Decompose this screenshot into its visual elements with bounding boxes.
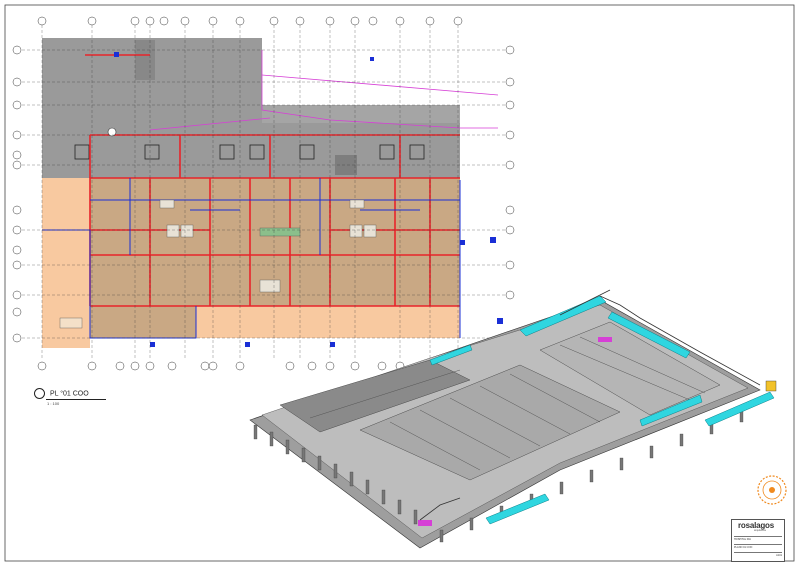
yellow-equipment bbox=[765, 380, 777, 392]
project-name: HOSPITAL DIA bbox=[734, 536, 782, 541]
sheet-title: PLANO 01 COO bbox=[734, 544, 782, 549]
plan-gray-zone-upper bbox=[42, 118, 460, 178]
plan-orange-zone-bottom bbox=[196, 306, 460, 338]
plan-lower-left-zone bbox=[90, 306, 196, 338]
stamp bbox=[757, 475, 787, 505]
sheet-number: A101 bbox=[734, 552, 782, 557]
floor-plan[interactable] bbox=[12, 16, 515, 371]
view-scale: 1 : 100 bbox=[47, 401, 60, 406]
view-title-underline bbox=[46, 399, 106, 400]
company-subtitle: arquitetura bbox=[754, 529, 766, 532]
shaft bbox=[135, 40, 155, 80]
view-marker-icon bbox=[34, 388, 45, 399]
view-title-text: PL °01 COO bbox=[49, 390, 89, 398]
title-block: rosalagos arquitetura HOSPITAL DIA PLANO… bbox=[731, 519, 785, 562]
view-title: PL °01 COO 1 : 100 bbox=[34, 388, 106, 406]
drawing-sheet bbox=[4, 4, 795, 562]
